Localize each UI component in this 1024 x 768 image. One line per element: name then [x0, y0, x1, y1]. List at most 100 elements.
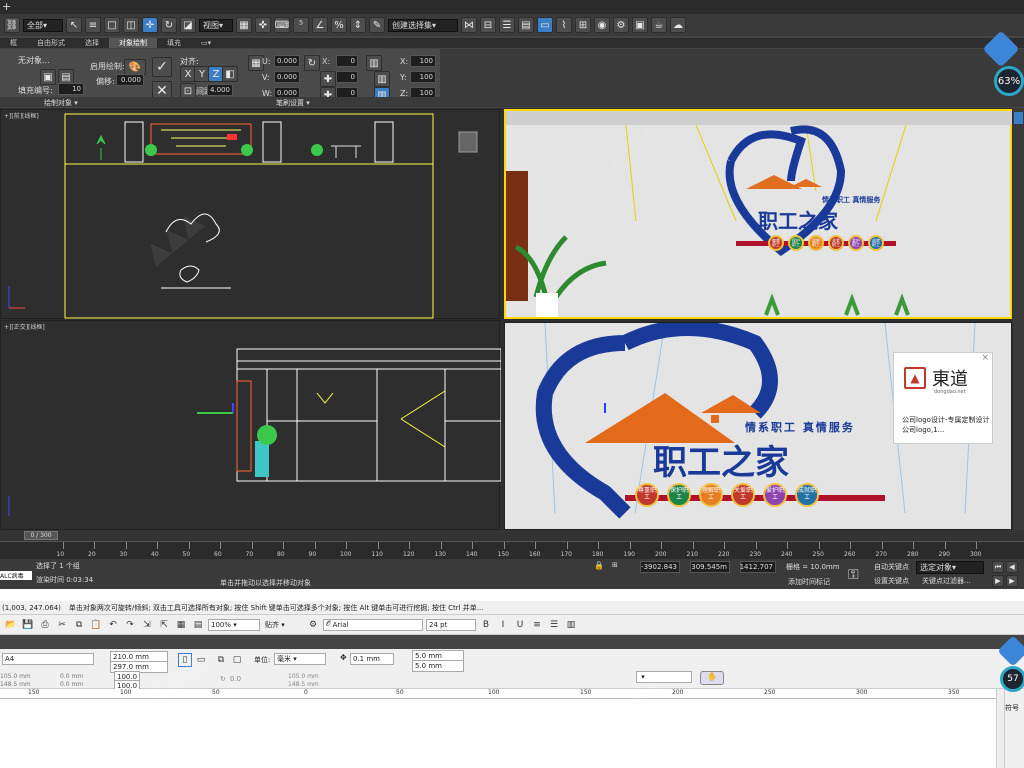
key-icon[interactable]: ⚿	[848, 567, 859, 583]
move-icon[interactable]: ✛	[142, 17, 158, 33]
u-input[interactable]: 0.000	[274, 55, 300, 67]
redo-icon[interactable]: ↷	[123, 618, 137, 632]
render-viewport-top[interactable]: 情系职工 真情服务 职工之家 尊重职工 保护职工 理解职工 关爱职工 爱护职工 成就职工	[504, 109, 1012, 319]
front-viewport[interactable]: +][前][线框]	[0, 109, 500, 319]
zoom-select[interactable]: 100% ▾	[208, 618, 260, 631]
units-select[interactable]: 毫米 ▾	[274, 653, 326, 665]
select-by-name-icon[interactable]: ≡	[85, 17, 101, 33]
rotate-icon[interactable]: ↻	[161, 17, 177, 33]
z-coord[interactable]: 1412.707	[740, 561, 776, 573]
render-frame-icon[interactable]: ▣	[632, 17, 648, 33]
underline-icon[interactable]: U	[513, 618, 527, 632]
font-size-select[interactable]: 24 pt	[426, 618, 476, 631]
edit-named-sel-icon[interactable]: ✎	[369, 17, 385, 33]
y-scale-input[interactable]: 100	[410, 71, 436, 83]
mirror-icon[interactable]: ⋈	[461, 17, 477, 33]
cdr-canvas[interactable]	[0, 699, 996, 768]
right-tool-icon[interactable]	[1014, 112, 1023, 124]
cut-icon[interactable]: ✂	[55, 618, 69, 632]
dup-y-input[interactable]: 5.0 mm	[412, 660, 464, 672]
go-start-icon[interactable]: ⏮	[992, 561, 1004, 573]
group-brush-label[interactable]: 笔刷设置 ▾	[276, 98, 310, 108]
bullet-icon[interactable]: ☰	[547, 618, 561, 632]
copy-icon[interactable]: ⧉	[72, 618, 86, 632]
offset-input[interactable]: 0.000	[116, 74, 144, 86]
landscape-icon[interactable]: ▭	[194, 653, 208, 667]
tab-more-icon[interactable]: ▭▾	[191, 38, 221, 48]
curve-editor-icon[interactable]: ⌇	[556, 17, 572, 33]
spinner-snap-icon[interactable]: ⇕	[350, 17, 366, 33]
paste-icon[interactable]: 📋	[89, 618, 103, 632]
prev-frame-icon[interactable]: ◀	[1006, 561, 1018, 573]
frame-indicator[interactable]: 0 / 300	[24, 531, 58, 540]
keyboard-shortcut-icon[interactable]: ⌨	[274, 17, 290, 33]
window-cross-icon[interactable]: ◫	[123, 17, 139, 33]
scale-icon[interactable]: ◪	[180, 17, 196, 33]
open-icon[interactable]: 📂	[4, 618, 18, 632]
ad-text[interactable]: 公司logo设计-专属定制设计公司logo,1...	[902, 415, 990, 435]
add-time-tag[interactable]: 添加时间标记	[788, 577, 830, 587]
rotate-y-icon[interactable]: ✚	[320, 71, 336, 87]
auto-key-button[interactable]: 自动关键点	[874, 562, 909, 572]
blank-select[interactable]: ▾	[636, 671, 692, 683]
reference-coord-dropdown[interactable]: 视图 ▾	[199, 18, 233, 32]
italic-icon[interactable]: I	[496, 618, 510, 632]
plus-icon[interactable]: +	[2, 0, 11, 13]
rotate-x-icon[interactable]: ↻	[304, 55, 320, 71]
print-icon[interactable]: ⎙	[38, 618, 52, 632]
key-filters-button[interactable]: 关键点过滤器...	[922, 576, 971, 586]
track-bar[interactable]: 10 20 30 40 50 60 70 80 90 100 110 120 130 140 150 160 1…	[0, 541, 1024, 559]
percent-snap-icon[interactable]: %	[331, 17, 347, 33]
tab-fill[interactable]: 填充	[157, 38, 191, 48]
y-coord[interactable]: 309.545m	[690, 561, 730, 573]
current-page-icon[interactable]: ▢	[230, 653, 244, 667]
app-launcher-icon[interactable]: ▤	[191, 618, 205, 632]
fill-index-input[interactable]: 10	[58, 83, 84, 95]
scale-icon-y[interactable]: ▥	[374, 71, 390, 87]
render-setup-icon[interactable]: ⚙	[613, 17, 629, 33]
nudge-input[interactable]: 0.1 mm	[350, 653, 394, 665]
material-editor-icon[interactable]: ◉	[594, 17, 610, 33]
selection-filter-dropdown[interactable]: 全部 ▾	[23, 18, 63, 32]
hand-icon[interactable]: ✋	[700, 671, 724, 685]
angle-snap-icon[interactable]: ∠	[312, 17, 328, 33]
import-icon[interactable]: ⇲	[140, 618, 154, 632]
align-text-icon[interactable]: ≡	[530, 618, 544, 632]
cdr-scrollbar[interactable]	[996, 689, 1004, 768]
rot-y-input[interactable]: 0	[336, 71, 358, 83]
tab-selection[interactable]: 选择	[75, 38, 109, 48]
play-icon[interactable]: ▶	[992, 575, 1004, 587]
check-icon[interactable]: ✓	[152, 57, 172, 77]
set-key-button[interactable]: 设置关键点	[874, 576, 909, 586]
export-icon[interactable]: ⇱	[157, 618, 171, 632]
next-frame-icon[interactable]: ▶	[1006, 575, 1018, 587]
key-selection-dropdown[interactable]: 选定对象 ▾	[916, 561, 984, 574]
toggle-scene-icon[interactable]: ▤	[518, 17, 534, 33]
tab-object-paint[interactable]: 对象绘制	[109, 38, 157, 48]
undo-icon[interactable]: ↶	[106, 618, 120, 632]
render-icon[interactable]: ☕	[651, 17, 667, 33]
render-cloud-icon[interactable]: ☁	[670, 17, 686, 33]
align-extra-icon[interactable]: ◧	[222, 66, 238, 82]
scale-icon-x[interactable]: ▥	[366, 55, 382, 71]
paint-toggle-icon[interactable]: 🎨	[124, 59, 146, 75]
columns-icon[interactable]: ▥	[564, 618, 578, 632]
rot-x-input[interactable]: 0	[336, 55, 358, 67]
close-icon[interactable]: ×	[981, 353, 989, 363]
select-icon[interactable]: ↖	[66, 17, 82, 33]
lock-icon[interactable]: 🔒	[594, 561, 604, 570]
tab-box[interactable]: 框	[0, 38, 27, 48]
schematic-icon[interactable]: ⊞	[575, 17, 591, 33]
options-icon[interactable]: ⚙	[306, 618, 320, 632]
pivot-icon[interactable]: ▦	[236, 17, 252, 33]
group-draw-label[interactable]: 绘制对象 ▾	[44, 98, 78, 108]
spacing-input[interactable]: 4.000	[207, 84, 233, 96]
pick-object-icon[interactable]: ▣	[40, 69, 56, 85]
publish-icon[interactable]: ▦	[174, 618, 188, 632]
font-select[interactable]: 𝒪 Arial	[323, 618, 423, 631]
ortho-viewport[interactable]: +][正交][线框]	[0, 320, 501, 530]
manipulate-icon[interactable]: ✜	[255, 17, 271, 33]
page-size-select[interactable]: A4	[2, 653, 94, 665]
named-selection-dropdown[interactable]: 创建选择集 ▾	[388, 18, 458, 32]
ribbon-icon[interactable]: ▭	[537, 17, 553, 33]
